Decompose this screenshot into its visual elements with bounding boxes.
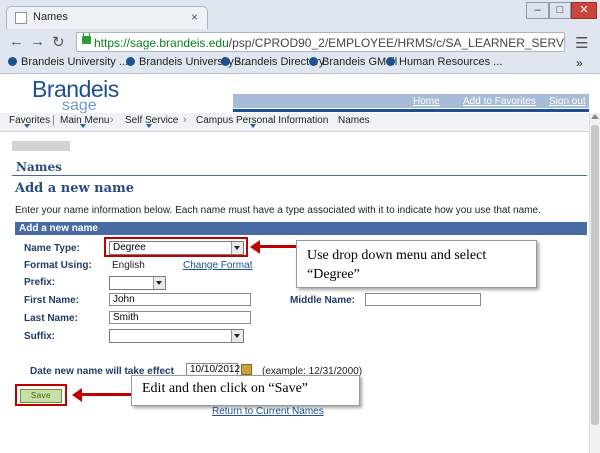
minimize-button[interactable]: – xyxy=(526,2,549,19)
bookmark-icon xyxy=(309,57,318,66)
instructions-text: Enter your name information below. Each … xyxy=(15,205,541,216)
chevron-down-icon[interactable] xyxy=(250,124,256,128)
breadcrumb-names: Names xyxy=(338,115,370,126)
suffix-label: Suffix: xyxy=(24,331,56,342)
bookmark-item[interactable]: Human Resources ... xyxy=(386,56,502,68)
format-using-label: Format Using: xyxy=(24,260,92,271)
sign-out-link[interactable]: Sign out xyxy=(549,96,586,107)
separator: | xyxy=(52,114,55,126)
page-icon xyxy=(15,12,27,24)
last-name-input[interactable]: Smith xyxy=(109,311,251,324)
bookmark-icon xyxy=(221,57,230,66)
middle-name-label: Middle Name: xyxy=(290,295,356,306)
bookmark-icon xyxy=(8,57,17,66)
bookmark-icon xyxy=(386,57,395,66)
chevron-right-icon: › xyxy=(110,114,114,126)
prefix-select[interactable] xyxy=(109,276,166,290)
menu-icon[interactable]: ☰ xyxy=(575,34,588,52)
format-using-value: English xyxy=(112,260,145,271)
vertical-scrollbar[interactable] xyxy=(589,113,600,453)
first-name-label: First Name: xyxy=(24,295,80,306)
close-icon[interactable]: × xyxy=(191,10,198,24)
add-to-favorites-link[interactable]: Add to Favorites xyxy=(463,96,536,107)
annotation-arrow-line xyxy=(258,245,296,248)
save-highlight xyxy=(15,384,67,406)
breadcrumb: Favorites | Main Menu › Self Service › C… xyxy=(0,113,589,132)
group-header: Add a new name xyxy=(15,222,587,235)
chevron-right-icon: › xyxy=(183,114,187,126)
last-name-label: Last Name: xyxy=(24,313,78,324)
home-link[interactable]: Home xyxy=(413,96,440,107)
address-bar[interactable]: https://sage.brandeis.edu/psp/CPROD90_2/… xyxy=(76,32,565,52)
middle-name-input[interactable] xyxy=(365,293,481,306)
bookmark-item[interactable]: Brandeis University ... xyxy=(8,56,128,68)
browser-tab[interactable]: Names × xyxy=(6,6,208,29)
window-close-button[interactable]: ✕ xyxy=(571,2,597,19)
placeholder-bar xyxy=(12,141,70,151)
suffix-select[interactable] xyxy=(109,329,244,343)
reload-icon[interactable]: ↻ xyxy=(52,33,65,51)
chevron-down-icon[interactable] xyxy=(146,124,152,128)
maximize-button[interactable]: □ xyxy=(549,2,571,19)
name-type-label: Name Type: xyxy=(24,243,80,254)
url-text: https://sage.brandeis.edu/psp/CPROD90_2/… xyxy=(94,36,565,50)
name-type-highlight xyxy=(104,237,248,257)
chevron-down-icon[interactable] xyxy=(153,277,165,289)
annotation-arrow-head xyxy=(250,240,260,254)
first-name-input[interactable]: John xyxy=(109,293,251,306)
return-to-current-names-link[interactable]: Return to Current Names xyxy=(212,406,324,417)
scrollbar-thumb[interactable] xyxy=(591,125,599,425)
scroll-up-icon[interactable] xyxy=(591,114,599,119)
chevron-down-icon[interactable] xyxy=(80,124,86,128)
calendar-icon[interactable] xyxy=(241,364,252,375)
back-icon[interactable]: ← xyxy=(9,33,24,50)
prefix-label: Prefix: xyxy=(24,277,56,288)
tab-title: Names xyxy=(33,11,68,23)
save-callout: Edit and then click on “Save” xyxy=(131,375,360,406)
chevron-down-icon[interactable] xyxy=(24,124,30,128)
section-title: Names xyxy=(16,160,62,174)
chevron-down-icon[interactable] xyxy=(231,330,243,342)
annotation-arrow-line xyxy=(82,393,132,396)
lock-icon xyxy=(82,33,91,44)
header-bar-line xyxy=(233,109,589,112)
breadcrumb-campus-personal-info[interactable]: Campus Personal Information xyxy=(196,115,328,126)
navigation-row: ← → ↻ https://sage.brandeis.edu/psp/CPRO… xyxy=(0,30,600,54)
annotation-arrow-head xyxy=(72,388,82,402)
divider xyxy=(12,175,587,176)
browser-chrome: Names × – □ ✕ ← → ↻ https://sage.brandei… xyxy=(0,0,600,74)
change-format-link[interactable]: Change Format xyxy=(183,260,252,271)
bookmark-icon xyxy=(126,57,135,66)
bookmarks-bar: Brandeis University ... Brandeis Univers… xyxy=(0,54,600,72)
bookmark-item[interactable]: Brandeis GMail xyxy=(309,56,397,68)
dropdown-callout: Use drop down menu and select “Degree” xyxy=(296,240,537,288)
forward-icon[interactable]: → xyxy=(30,33,45,50)
page-title: Add a new name xyxy=(15,181,135,196)
chevron-right-icon: › xyxy=(322,114,326,126)
bookmarks-overflow[interactable]: » xyxy=(576,56,583,70)
